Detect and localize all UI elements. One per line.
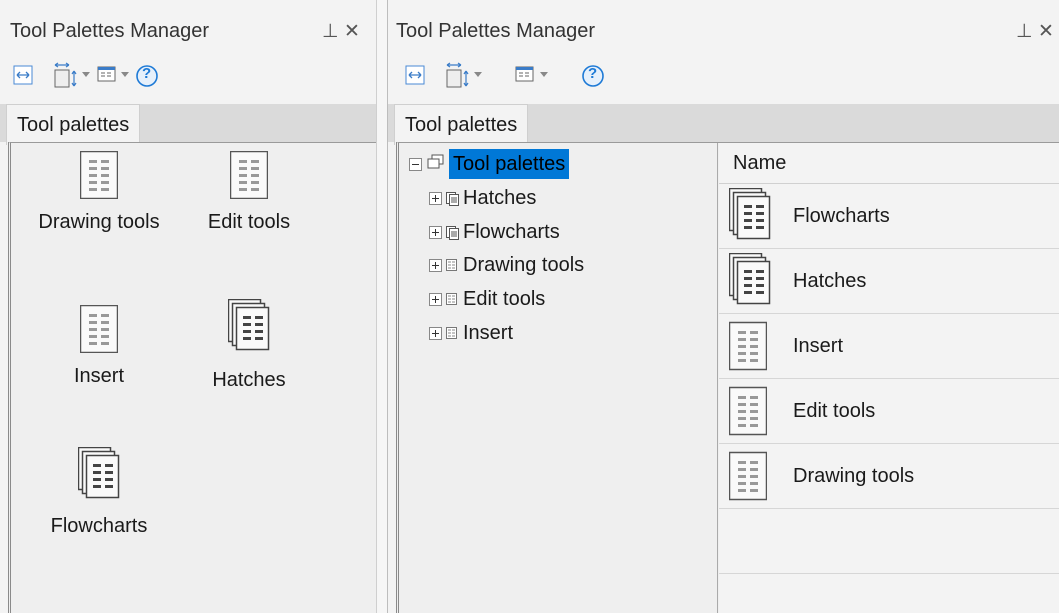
- tile-label: Flowcharts: [50, 515, 148, 537]
- tile-insert[interactable]: Insert: [29, 305, 169, 391]
- expand-icon[interactable]: [429, 259, 442, 272]
- fit-width-icon[interactable]: [12, 62, 36, 88]
- palette-icon: [729, 451, 767, 501]
- tab-tool-palettes[interactable]: Tool palettes: [394, 104, 529, 145]
- tab-strip: Tool palettes: [388, 104, 1059, 145]
- fit-dropdown-arrow-icon[interactable]: [82, 72, 90, 77]
- close-icon[interactable]: ✕: [344, 20, 360, 43]
- palette-icon: [446, 327, 457, 339]
- palette-list: Name Flowcharts Hatches Insert Edit tool…: [719, 143, 1059, 613]
- tile-edit-tools[interactable]: Edit tools: [179, 151, 319, 237]
- palette-icon: [230, 151, 268, 199]
- tile-hatches[interactable]: Hatches: [179, 299, 319, 391]
- palette-icon: [729, 386, 767, 436]
- view-dropdown-arrow-icon[interactable]: [121, 72, 129, 77]
- pin-icon[interactable]: ⊥: [322, 20, 339, 43]
- tile-label: Edit tools: [207, 211, 291, 233]
- tile-label: Insert: [73, 365, 125, 387]
- fit-width-icon[interactable]: [404, 62, 428, 88]
- tree-node-label: Drawing tools: [463, 254, 585, 276]
- title-bar: Tool Palettes Manager ⊥ ✕: [388, 10, 1059, 52]
- list-item-drawing-tools[interactable]: Drawing tools: [719, 444, 1059, 509]
- palette-group-icon: [729, 253, 771, 305]
- column-header-name[interactable]: Name: [719, 143, 1059, 184]
- tree-node-label: Flowcharts: [463, 221, 560, 243]
- view-options-icon[interactable]: [514, 62, 538, 88]
- palette-group-icon: [228, 299, 270, 351]
- help-icon[interactable]: ?: [580, 62, 604, 88]
- tree-node-label: Insert: [463, 322, 514, 344]
- list-item-label: Insert: [793, 335, 844, 357]
- tree-root-label: Tool palettes: [449, 149, 570, 179]
- tab-tool-palettes[interactable]: Tool palettes: [6, 104, 141, 145]
- title-bar: Tool Palettes Manager ⊥ ✕: [0, 10, 376, 52]
- manager-content: Tool palettes Hatches Flowcharts Drawing…: [396, 142, 1059, 613]
- fit-dropdown-arrow-icon[interactable]: [474, 72, 482, 77]
- palette-icon: [80, 151, 118, 199]
- palette-group-icon: [78, 447, 120, 499]
- window-title: Tool Palettes Manager: [396, 20, 596, 42]
- palette-tree: Tool palettes Hatches Flowcharts Drawing…: [399, 143, 718, 613]
- help-icon[interactable]: ?: [134, 62, 158, 88]
- fit-height-icon[interactable]: [52, 62, 77, 88]
- palette-icon: [446, 293, 457, 305]
- tab-strip: Tool palettes: [0, 104, 376, 145]
- palettes-manager-icon-view: Tool Palettes Manager ⊥ ✕ ? Tool palette…: [0, 0, 377, 613]
- fit-height-icon[interactable]: [444, 62, 469, 88]
- pin-icon[interactable]: ⊥: [1016, 20, 1033, 43]
- window-title: Tool Palettes Manager: [10, 20, 210, 42]
- palette-icon: [80, 305, 118, 353]
- palettes-manager-tree-view: Tool Palettes Manager ⊥ ✕ ? Tool palette…: [387, 0, 1059, 613]
- expand-icon[interactable]: [429, 293, 442, 306]
- tile-label: Hatches: [212, 369, 286, 391]
- list-item-label: Drawing tools: [793, 465, 915, 487]
- toolbar: ?: [0, 58, 376, 98]
- expand-icon[interactable]: [429, 327, 442, 340]
- tree-node-label: Hatches: [463, 187, 537, 209]
- help-glyph: ?: [588, 65, 598, 82]
- tile-drawing-tools[interactable]: Drawing tools: [29, 151, 169, 237]
- help-glyph: ?: [142, 65, 152, 82]
- palettes-root-icon: [427, 154, 444, 169]
- list-item-flowcharts[interactable]: Flowcharts: [719, 184, 1059, 249]
- list-item-label: Hatches: [793, 270, 867, 292]
- list-empty-row: [719, 509, 1059, 574]
- collapse-icon[interactable]: [409, 158, 422, 171]
- palette-icon: [729, 321, 767, 371]
- list-item-insert[interactable]: Insert: [719, 314, 1059, 379]
- list-item-edit-tools[interactable]: Edit tools: [719, 379, 1059, 444]
- palette-group-icon: [446, 226, 459, 240]
- tree-node-label: Edit tools: [463, 288, 546, 310]
- palette-icon-grid: Drawing tools Edit tools Insert Hatches …: [8, 142, 376, 613]
- expand-icon[interactable]: [429, 192, 442, 205]
- toolbar: ?: [388, 58, 1059, 98]
- palette-group-icon: [446, 192, 459, 206]
- close-icon[interactable]: ✕: [1038, 20, 1054, 43]
- palette-icon: [446, 259, 457, 271]
- list-item-hatches[interactable]: Hatches: [719, 249, 1059, 314]
- list-item-label: Edit tools: [793, 400, 876, 422]
- view-dropdown-arrow-icon[interactable]: [540, 72, 548, 77]
- list-item-label: Flowcharts: [793, 205, 890, 227]
- tile-flowcharts[interactable]: Flowcharts: [29, 447, 169, 537]
- tile-label: Drawing tools: [38, 211, 160, 233]
- view-options-icon[interactable]: [96, 62, 120, 88]
- expand-icon[interactable]: [429, 226, 442, 239]
- palette-group-icon: [729, 188, 771, 240]
